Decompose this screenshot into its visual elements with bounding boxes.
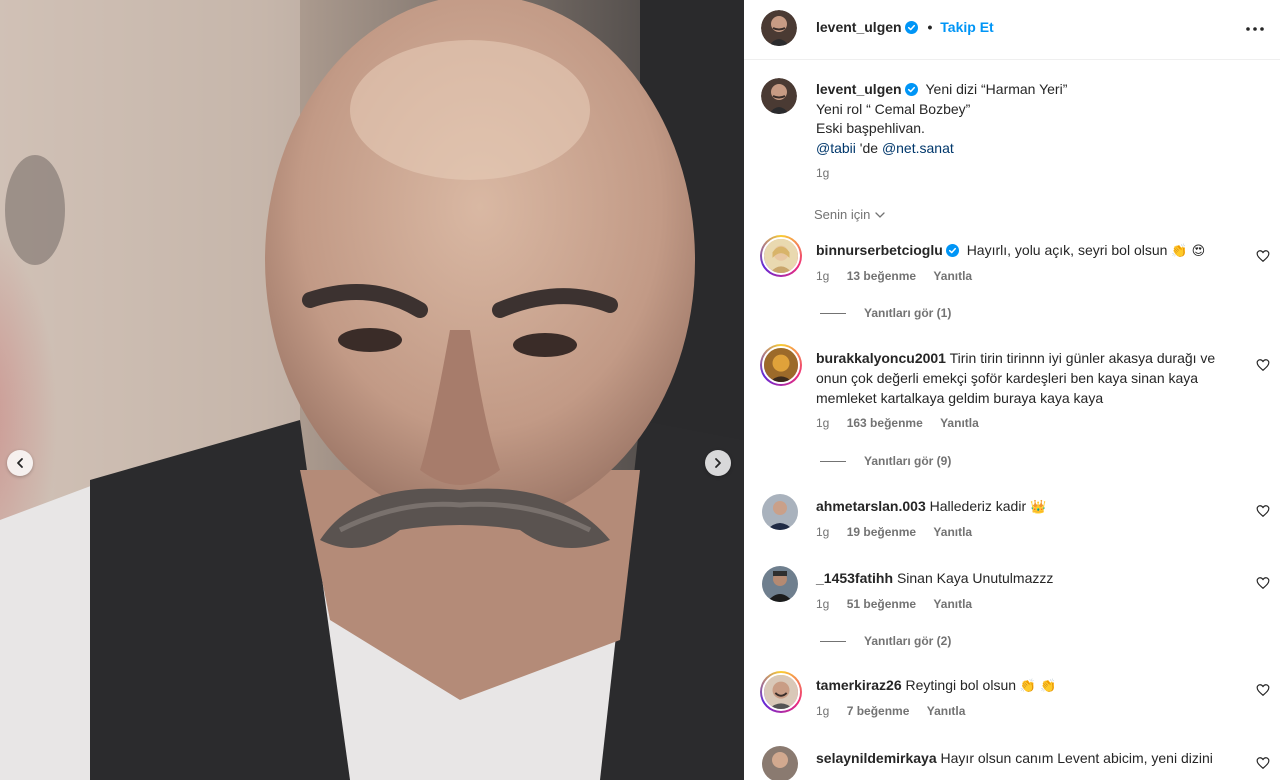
comment-sort-dropdown[interactable]: Senin için xyxy=(814,207,886,222)
more-options-icon[interactable] xyxy=(1244,18,1266,40)
divider-line xyxy=(820,312,846,314)
comment-timestamp[interactable]: 1g xyxy=(816,597,829,611)
comment-timestamp[interactable]: 1g xyxy=(816,416,829,430)
heart-icon[interactable] xyxy=(1256,576,1270,590)
caption-timestamp[interactable]: 1g xyxy=(816,166,829,180)
author-username[interactable]: levent_ulgen xyxy=(816,19,902,35)
comment-emoji: 👏 😍 xyxy=(1171,244,1206,259)
reply-button[interactable]: Yanıtla xyxy=(933,597,972,611)
view-replies-button[interactable]: Yanıtları gör (9) xyxy=(820,454,951,468)
heart-icon[interactable] xyxy=(1256,683,1270,697)
divider-line xyxy=(820,640,846,642)
separator-dot: • xyxy=(927,19,933,35)
caption-connector: 'de xyxy=(855,139,882,156)
comment-username[interactable]: ahmetarslan.003 xyxy=(816,498,926,514)
mention-tabii[interactable]: @tabii xyxy=(816,140,856,156)
comment-likes[interactable]: 51 beğenme xyxy=(847,597,916,611)
follow-button[interactable]: Takip Et xyxy=(940,19,993,35)
post-header: levent_ulgen • Takip Et xyxy=(744,0,1280,60)
caption-line-3: Eski başpehlivan. xyxy=(816,120,925,136)
caption-username[interactable]: levent_ulgen xyxy=(816,81,902,97)
chevron-down-icon xyxy=(875,211,886,218)
post-media xyxy=(0,0,744,780)
commenter-avatar[interactable] xyxy=(760,344,802,386)
caption-text: levent_ulgen Yeni dizi “Harman Yeri” Yen… xyxy=(816,80,1256,158)
heart-icon[interactable] xyxy=(1256,504,1270,518)
comment-sort-label: Senin için xyxy=(814,207,871,222)
clap-emoji: 👏 👏 xyxy=(1019,679,1057,694)
comment-username[interactable]: selaynildemirkaya xyxy=(816,750,937,766)
reply-button[interactable]: Yanıtla xyxy=(933,269,972,283)
reply-button[interactable]: Yanıtla xyxy=(927,704,966,718)
comment-text: Hallederiz kadir xyxy=(929,498,1027,514)
comment-timestamp[interactable]: 1g xyxy=(816,269,829,283)
verified-badge-icon xyxy=(945,244,959,257)
mention-net-sanat[interactable]: @net.sanat xyxy=(882,140,954,156)
heart-icon[interactable] xyxy=(1256,358,1270,372)
caption-line-2: Yeni rol “ Cemal Bozbey” xyxy=(816,100,971,117)
chevron-right-icon xyxy=(715,458,721,468)
divider-line xyxy=(820,460,846,462)
comment-likes[interactable]: 13 beğenme xyxy=(847,269,916,283)
comment-text: Hayırlı, yolu açık, seyri bol olsun xyxy=(966,242,1168,258)
reply-button[interactable]: Yanıtla xyxy=(940,416,979,430)
commenter-avatar[interactable] xyxy=(762,746,798,780)
commenter-avatar[interactable] xyxy=(760,235,802,277)
comment-text: Reytingi bol olsun xyxy=(905,677,1017,693)
comment-timestamp[interactable]: 1g xyxy=(816,525,829,539)
view-replies-label: Yanıtları gör (9) xyxy=(864,454,952,468)
comment-username[interactable]: burakkalyoncu2001 xyxy=(816,350,946,366)
comment-likes[interactable]: 19 beğenme xyxy=(847,525,916,539)
comment-text: Hayır olsun canım Levent abicim, yeni di… xyxy=(940,750,1213,766)
commenter-avatar[interactable] xyxy=(762,566,798,602)
comment-username[interactable]: tamerkiraz26 xyxy=(816,677,902,693)
comment-username[interactable]: _1453fatihh xyxy=(816,570,893,586)
next-image-button[interactable] xyxy=(705,450,731,476)
chevron-left-icon xyxy=(17,458,23,468)
commenter-avatar[interactable] xyxy=(760,671,802,713)
comment-text: Sinan Kaya Unutulmazzz xyxy=(896,570,1054,586)
verified-badge-icon xyxy=(904,83,918,96)
verified-badge-icon xyxy=(904,21,918,34)
comment-likes[interactable]: 163 beğenme xyxy=(847,416,923,430)
post-sidebar: levent_ulgen • Takip Et levent_ulgen Yen… xyxy=(744,0,1280,780)
previous-image-button[interactable] xyxy=(7,450,33,476)
comment-likes[interactable]: 7 beğenme xyxy=(847,704,910,718)
author-avatar[interactable] xyxy=(761,10,797,46)
comment-username[interactable]: binnurserbetcioglu xyxy=(816,242,943,258)
comment-timestamp[interactable]: 1g xyxy=(816,704,829,718)
view-replies-label: Yanıtları gör (1) xyxy=(864,306,952,320)
view-replies-button[interactable]: Yanıtları gör (1) xyxy=(820,306,951,320)
view-replies-button[interactable]: Yanıtları gör (2) xyxy=(820,634,951,648)
commenter-avatar[interactable] xyxy=(762,494,798,530)
crown-emoji: 👑 xyxy=(1030,500,1047,515)
view-replies-label: Yanıtları gör (2) xyxy=(864,634,952,648)
caption-line-1: Yeni dizi “Harman Yeri” xyxy=(925,81,1068,97)
caption-author-avatar[interactable] xyxy=(761,78,797,114)
heart-icon[interactable] xyxy=(1256,756,1270,770)
reply-button[interactable]: Yanıtla xyxy=(933,525,972,539)
heart-icon[interactable] xyxy=(1256,249,1270,263)
post-photo xyxy=(0,0,744,780)
